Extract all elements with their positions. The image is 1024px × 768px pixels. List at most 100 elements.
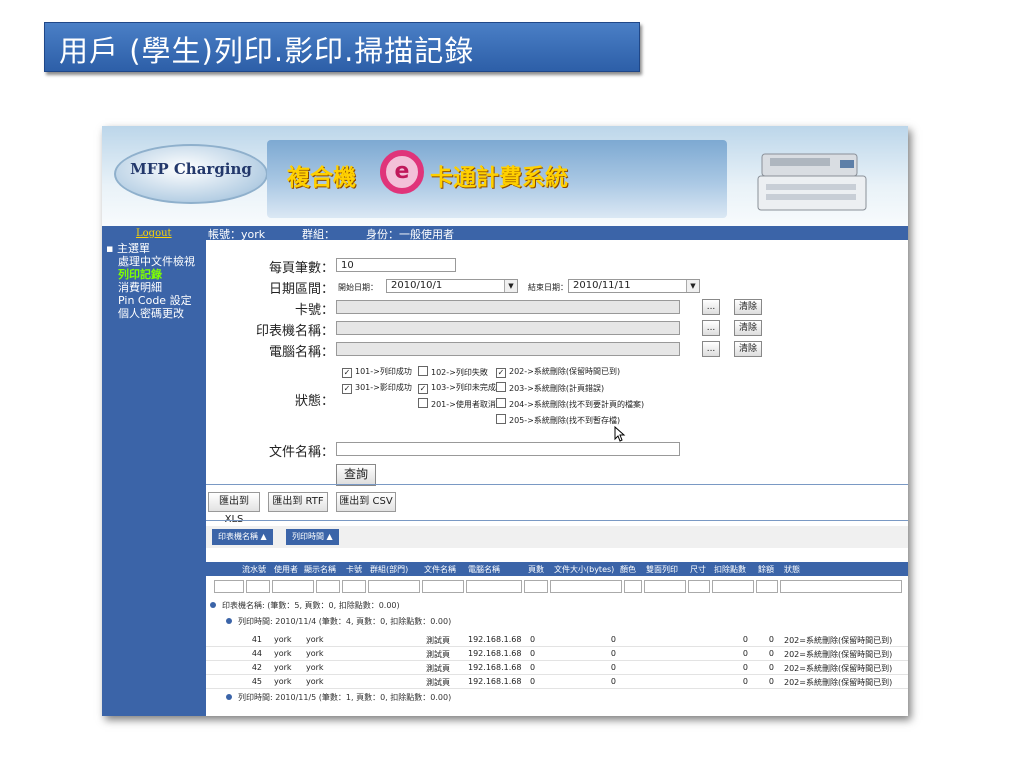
export-bar: 匯出到 XLS 匯出到 RTF 匯出到 CSV bbox=[206, 488, 908, 525]
status-103-checkbox[interactable]: ✓ 103->列印未完成 bbox=[418, 382, 496, 394]
status-301-checkbox[interactable]: ✓ 301->影印成功 bbox=[342, 382, 412, 394]
checkbox-empty-icon[interactable] bbox=[418, 366, 428, 376]
card-browse-button[interactable]: ... bbox=[702, 299, 720, 315]
checkbox-empty-icon[interactable] bbox=[418, 398, 428, 408]
group-time-button[interactable]: 列印時間 ▲ bbox=[286, 529, 339, 545]
export-rtf-button[interactable]: 匯出到 RTF bbox=[268, 492, 328, 512]
checkbox-checked-icon[interactable]: ✓ bbox=[342, 368, 352, 378]
slide-title: 用戶 (學生)列印.影印.掃描記錄 bbox=[59, 34, 475, 68]
group-row-printer[interactable]: 印表機名稱: (筆數：5, 頁數：0, 扣除點數：0.00) bbox=[206, 600, 908, 614]
checkbox-empty-icon[interactable] bbox=[496, 414, 506, 424]
start-date-select[interactable]: 2010/10/1 ▼ bbox=[386, 279, 518, 293]
expand-icon[interactable] bbox=[210, 602, 216, 608]
checkbox-checked-icon[interactable]: ✓ bbox=[342, 384, 352, 394]
computer-name-input[interactable] bbox=[336, 342, 680, 356]
expand-icon[interactable] bbox=[226, 618, 232, 624]
computer-browse-button[interactable]: ... bbox=[702, 341, 720, 357]
export-xls-button[interactable]: 匯出到 XLS bbox=[208, 492, 260, 525]
status-202-checkbox[interactable]: ✓ 202->系統刪除(保留時間已到) bbox=[496, 366, 620, 378]
printer-browse-button[interactable]: ... bbox=[702, 320, 720, 336]
chevron-down-icon[interactable]: ▼ bbox=[686, 280, 699, 292]
col-user[interactable]: 使用者 bbox=[274, 564, 298, 575]
filter-input[interactable] bbox=[780, 580, 902, 593]
card-clear-button[interactable]: 清除 bbox=[734, 299, 762, 315]
filter-input[interactable] bbox=[422, 580, 464, 593]
col-status[interactable]: 狀態 bbox=[784, 564, 800, 575]
filter-input[interactable] bbox=[712, 580, 754, 593]
filter-input[interactable] bbox=[688, 580, 710, 593]
card-input[interactable] bbox=[336, 300, 680, 314]
printer-clear-button[interactable]: 清除 bbox=[734, 320, 762, 336]
app-header: MFP Charging 複合機 e 卡通計費系統 bbox=[102, 126, 908, 226]
divider bbox=[206, 520, 908, 521]
col-display-name[interactable]: 顯示名稱 bbox=[304, 564, 336, 575]
export-csv-button[interactable]: 匯出到 CSV bbox=[336, 492, 396, 512]
col-duplex[interactable]: 雙面列印 bbox=[646, 564, 678, 575]
col-serial[interactable]: 流水號 bbox=[242, 564, 266, 575]
start-date-value: 2010/10/1 bbox=[391, 280, 443, 291]
group-printer-button[interactable]: 印表機名稱 ▲ bbox=[212, 529, 273, 545]
computer-clear-button[interactable]: 清除 bbox=[734, 341, 762, 357]
filter-input[interactable] bbox=[272, 580, 314, 593]
group-by-bar: 印表機名稱 ▲ 列印時間 ▲ bbox=[206, 526, 908, 548]
filter-input[interactable] bbox=[644, 580, 686, 593]
filter-input[interactable] bbox=[246, 580, 270, 593]
chevron-down-icon[interactable]: ▼ bbox=[504, 280, 517, 292]
info-bar: 帳號：york 群組： 身份：一般使用者 bbox=[206, 226, 908, 241]
end-date-select[interactable]: 2010/11/11 ▼ bbox=[568, 279, 700, 293]
document-name-input[interactable] bbox=[336, 442, 680, 456]
start-date-label: 開始日期： bbox=[338, 283, 378, 292]
status-201-checkbox[interactable]: 201->使用者取消 bbox=[418, 398, 496, 410]
filter-input[interactable] bbox=[624, 580, 642, 593]
col-paper-size[interactable]: 尺寸 bbox=[690, 564, 706, 575]
search-form: 每頁筆數： 10 日期區間： 開始日期： 2010/10/1 ▼ 結束日期： 2… bbox=[206, 240, 908, 486]
filter-input[interactable] bbox=[524, 580, 548, 593]
status-204-checkbox[interactable]: 204->系統刪除(找不到要計頁的檔案) bbox=[496, 398, 644, 410]
table-row[interactable]: 41 york york 測試頁 192.168.1.68 0 0 0 0 20… bbox=[206, 632, 908, 647]
col-document[interactable]: 文件名稱 bbox=[424, 564, 456, 575]
printer-name-input[interactable] bbox=[336, 321, 680, 335]
grid-filter-row bbox=[206, 578, 908, 596]
grid-column-header: 流水號 使用者 顯示名稱 卡號 群組(部門) 文件名稱 電腦名稱 頁數 文件大小… bbox=[206, 562, 908, 576]
filter-input[interactable] bbox=[342, 580, 366, 593]
table-row[interactable]: 42 york york 測試頁 192.168.1.68 0 0 0 0 20… bbox=[206, 660, 908, 675]
checkbox-checked-icon[interactable]: ✓ bbox=[418, 384, 428, 394]
banner-title-part1: 複合機 bbox=[287, 165, 356, 191]
col-card[interactable]: 卡號 bbox=[346, 564, 362, 575]
group-row-date[interactable]: 列印時間: 2010/11/4 (筆數：4, 頁數：0, 扣除點數：0.00) bbox=[206, 616, 908, 630]
query-button[interactable]: 查詢 bbox=[336, 464, 376, 486]
checkbox-empty-icon[interactable] bbox=[496, 382, 506, 392]
filter-input[interactable] bbox=[756, 580, 778, 593]
expand-icon[interactable] bbox=[226, 694, 232, 700]
logout-link[interactable]: Logout bbox=[136, 228, 172, 239]
table-row[interactable]: 44 york york 測試頁 192.168.1.68 0 0 0 0 20… bbox=[206, 646, 908, 661]
col-color[interactable]: 顏色 bbox=[620, 564, 636, 575]
checkbox-empty-icon[interactable] bbox=[496, 398, 506, 408]
sidebar: Logout ▪ 主選單 處理中文件檢視 列印記錄 消費明細 Pin Code … bbox=[102, 226, 206, 716]
filter-input[interactable] bbox=[214, 580, 244, 593]
col-pages[interactable]: 頁數 bbox=[528, 564, 544, 575]
col-group[interactable]: 群組(部門) bbox=[370, 564, 408, 575]
header-banner: 複合機 e 卡通計費系統 bbox=[267, 140, 867, 218]
col-computer[interactable]: 電腦名稱 bbox=[468, 564, 500, 575]
filter-input[interactable] bbox=[368, 580, 420, 593]
col-deduct[interactable]: 扣除點數 bbox=[714, 564, 746, 575]
table-row[interactable]: 45 york york 測試頁 192.168.1.68 0 0 0 0 20… bbox=[206, 674, 908, 689]
document-name-label: 文件名稱： bbox=[268, 445, 334, 460]
status-label: 狀態： bbox=[294, 394, 334, 409]
status-101-checkbox[interactable]: ✓ 101->列印成功 bbox=[342, 366, 412, 378]
status-102-checkbox[interactable]: 102->列印失敗 bbox=[418, 366, 488, 378]
status-205-checkbox[interactable]: 205->系統刪除(找不到暫存檔) bbox=[496, 414, 620, 426]
sidebar-item-password[interactable]: 個人密碼更改 bbox=[118, 305, 184, 321]
filter-input[interactable] bbox=[550, 580, 622, 593]
group-row-date-2[interactable]: 列印時間: 2010/11/5 (筆數：1, 頁數：0, 扣除點數：0.00) bbox=[206, 692, 908, 706]
checkbox-checked-icon[interactable]: ✓ bbox=[496, 368, 506, 378]
col-balance[interactable]: 餘額 bbox=[758, 564, 774, 575]
page-size-input[interactable]: 10 bbox=[336, 258, 456, 272]
end-date-label: 結束日期： bbox=[528, 283, 568, 292]
filter-input[interactable] bbox=[466, 580, 522, 593]
page-size-label: 每頁筆數： bbox=[268, 261, 334, 276]
col-size[interactable]: 文件大小(bytes) bbox=[554, 564, 614, 575]
filter-input[interactable] bbox=[316, 580, 340, 593]
status-203-checkbox[interactable]: 203->系統刪除(計頁錯誤) bbox=[496, 382, 604, 394]
